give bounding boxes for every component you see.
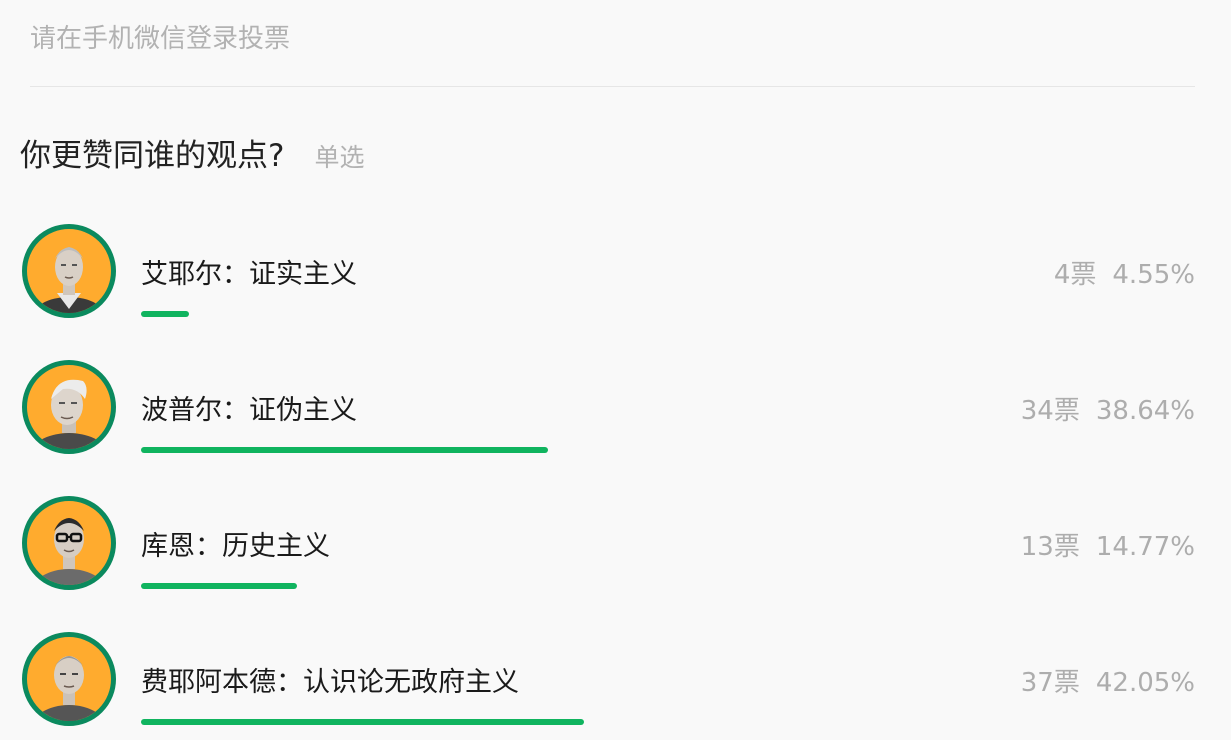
result-bar-fill [141, 719, 585, 725]
option-votes: 37票 [1020, 668, 1080, 698]
question-header: 你更赞同谁的观点? 单选 [20, 130, 364, 175]
option-percent: 4.55% [1112, 260, 1195, 290]
options-list: 艾耶尔：证实主义 4票 4.55% 波普尔：证伪主义 34票 38.64% 库恩… [0, 222, 1231, 740]
result-bar-track [141, 583, 1195, 589]
vote-option-popper[interactable]: 波普尔：证伪主义 34票 38.64% [0, 358, 1231, 494]
option-stats: 37票 42.05% [1021, 662, 1195, 699]
avatar-feyerabend-icon [22, 632, 116, 726]
option-votes: 4票 [1053, 260, 1097, 290]
avatar-popper-icon [22, 360, 116, 454]
avatar-ayer-icon [22, 224, 116, 318]
result-bar-fill [141, 447, 549, 453]
option-percent: 38.64% [1095, 396, 1195, 426]
result-bar-track [141, 311, 1195, 317]
result-bar-track [141, 719, 1195, 725]
option-stats: 13票 14.77% [1021, 526, 1195, 563]
result-bar-track [141, 447, 1195, 453]
vote-option-ayer[interactable]: 艾耶尔：证实主义 4票 4.55% [0, 222, 1231, 358]
question-title: 你更赞同谁的观点? [20, 138, 285, 174]
avatar-kuhn-icon [22, 496, 116, 590]
option-label: 艾耶尔：证实主义 [141, 259, 357, 290]
option-label: 费耶阿本德：认识论无政府主义 [141, 667, 519, 698]
vote-option-feyerabend[interactable]: 费耶阿本德：认识论无政府主义 37票 42.05% [0, 630, 1231, 740]
login-hint-link[interactable]: 请在手机微信登录投票 [30, 18, 290, 55]
option-percent: 14.77% [1095, 532, 1195, 562]
option-label: 波普尔：证伪主义 [141, 395, 357, 426]
option-votes: 34票 [1020, 396, 1080, 426]
question-type-badge: 单选 [314, 143, 365, 172]
option-votes: 13票 [1020, 532, 1080, 562]
result-bar-fill [141, 311, 189, 317]
option-label: 库恩：历史主义 [141, 531, 330, 562]
vote-page: 请在手机微信登录投票 你更赞同谁的观点? 单选 艾耶尔：证实主义 4票 4.55% [0, 0, 1231, 740]
option-stats: 34票 38.64% [1021, 390, 1195, 427]
result-bar-fill [141, 583, 297, 589]
divider [30, 86, 1195, 87]
option-percent: 42.05% [1095, 668, 1195, 698]
vote-option-kuhn[interactable]: 库恩：历史主义 13票 14.77% [0, 494, 1231, 630]
option-stats: 4票 4.55% [1054, 254, 1195, 291]
